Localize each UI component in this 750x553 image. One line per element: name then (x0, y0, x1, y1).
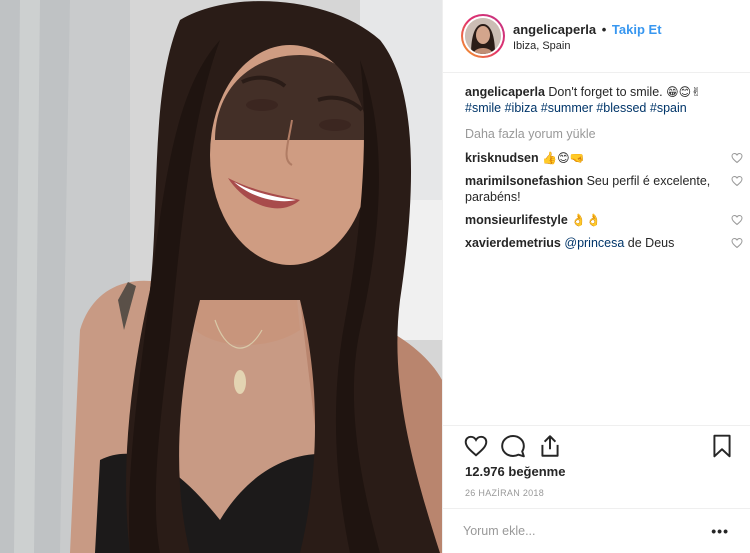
header-username[interactable]: angelicaperla (513, 22, 596, 37)
comment-item: monsieurlifestyle 👌👌 (465, 212, 743, 228)
header-user-line: angelicaperla • Takip Et (513, 22, 662, 37)
comment-icon (501, 435, 525, 458)
caption-username[interactable]: angelicaperla (465, 85, 545, 99)
avatar[interactable] (461, 14, 505, 58)
add-comment-bar: ••• (443, 508, 750, 553)
comment-item: xavierdemetrius @princesa de Deus (465, 235, 743, 251)
comment-mention-link[interactable]: @princesa (564, 236, 624, 250)
post-caption: angelicaperla Don't forget to smile. 😁😊✌… (465, 84, 735, 116)
comments-list: angelicaperla Don't forget to smile. 😁😊✌… (465, 84, 743, 258)
avatar-image (465, 18, 501, 54)
comment-emojis: 👍😊🤜 (542, 151, 585, 165)
comment-text: de Deus (627, 236, 675, 250)
hashtag-blessed[interactable]: #blessed (596, 101, 646, 115)
like-button[interactable] (463, 433, 489, 459)
save-button[interactable] (709, 433, 735, 459)
post-date[interactable]: 26 HAZİRAN 2018 (465, 488, 544, 498)
post-photo[interactable] (0, 0, 442, 553)
post-actions: 12.976 beğenme 26 HAZİRAN 2018 (443, 425, 750, 498)
comment-emojis: 👌👌 (571, 213, 602, 227)
comment-item: marimilsonefashion Seu perfil é excelent… (465, 173, 743, 205)
comment-username[interactable]: monsieurlifestyle (465, 213, 568, 227)
hashtag-summer[interactable]: #summer (541, 101, 593, 115)
post-side-panel: angelicaperla • Takip Et Ibiza, Spain an… (442, 0, 750, 553)
share-icon (541, 435, 559, 457)
header-separator: • (601, 22, 607, 37)
load-more-comments-button[interactable]: Daha fazla yorum yükle (465, 126, 735, 142)
share-button[interactable] (537, 433, 563, 459)
post-header: angelicaperla • Takip Et Ibiza, Spain (443, 0, 750, 73)
comment-like-heart-icon[interactable] (731, 214, 743, 226)
selfie-photo-illustration (0, 0, 442, 553)
comment-like-heart-icon[interactable] (731, 237, 743, 249)
more-options-icon[interactable]: ••• (711, 523, 729, 539)
comment-like-heart-icon[interactable] (731, 175, 743, 187)
comment-username[interactable]: krisknudsen (465, 151, 539, 165)
hashtag-smile[interactable]: #smile (465, 101, 501, 115)
comment-username[interactable]: marimilsonefashion (465, 174, 583, 188)
likes-count[interactable]: 12.976 beğenme (465, 464, 565, 479)
follow-button[interactable]: Takip Et (612, 22, 662, 37)
location-link[interactable]: Ibiza, Spain (513, 40, 570, 52)
comment-like-heart-icon[interactable] (731, 152, 743, 164)
hashtag-spain[interactable]: #spain (650, 101, 687, 115)
caption-emojis: 😁😊✌ (666, 85, 702, 99)
comment-button[interactable] (500, 433, 526, 459)
bookmark-icon (713, 434, 731, 458)
hashtag-ibiza[interactable]: #ibiza (505, 101, 538, 115)
heart-icon (464, 435, 488, 457)
comment-item: krisknudsen 👍😊🤜 (465, 150, 743, 166)
comment-username[interactable]: xavierdemetrius (465, 236, 561, 250)
caption-text: Don't forget to smile. (548, 85, 663, 99)
comment-input[interactable] (463, 521, 693, 541)
